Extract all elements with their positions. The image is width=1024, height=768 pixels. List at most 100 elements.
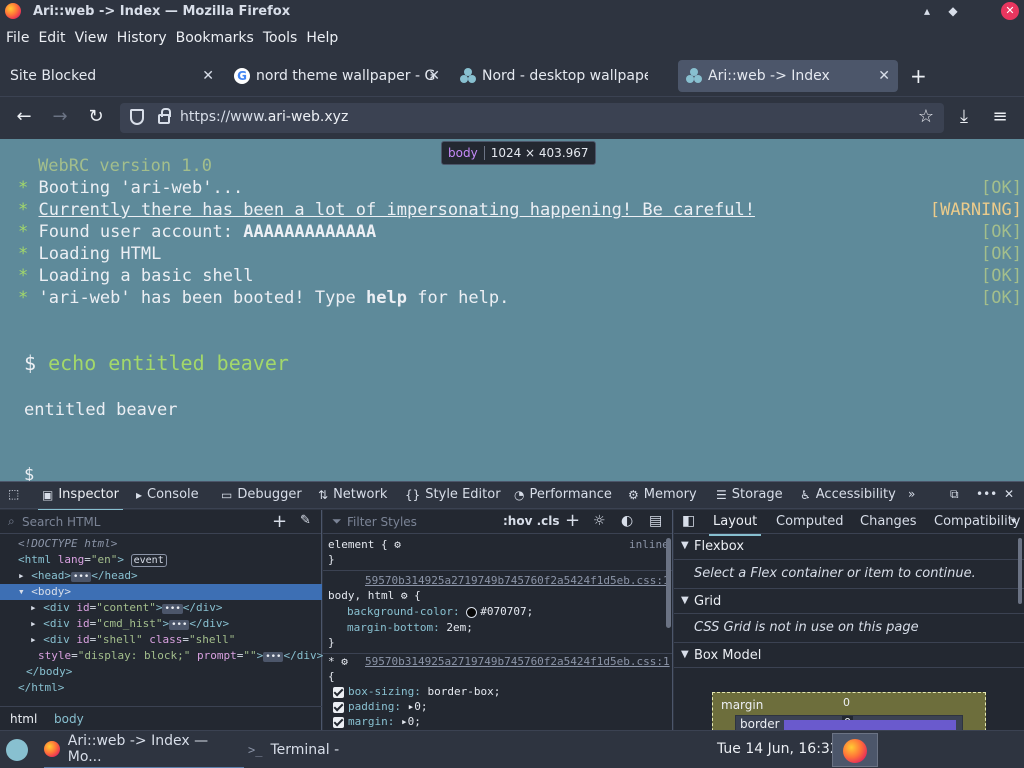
box-model-padding[interactable] <box>784 720 956 730</box>
app-launcher-icon[interactable] <box>6 739 28 761</box>
filter-styles[interactable]: ⏷ Filter Styles :hov .cls + ☼ ◐ ▤ <box>323 510 672 534</box>
tree-row-doctype[interactable]: <!DOCTYPE html> <box>0 536 322 552</box>
rule-body-html[interactable]: body, html ⚙ { <box>328 588 421 603</box>
tree-row-div-content[interactable]: ▸ <div id="content"> ••• </div> <box>0 600 322 616</box>
forward-arrow-icon[interactable]: → <box>49 106 71 128</box>
tree-row-html-close[interactable]: </html> <box>0 680 322 696</box>
decl-margin[interactable]: margin: ▸0; <box>333 714 421 729</box>
shell-prompt[interactable]: $ <box>24 465 34 481</box>
tab-close-icon[interactable]: ✕ <box>202 68 214 84</box>
tab-memory[interactable]: ⚙ Memory <box>628 487 697 502</box>
tab-layout[interactable]: Layout <box>708 514 762 536</box>
layout-scrollbar[interactable] <box>1018 538 1022 604</box>
tab-nord-wallpaper-google[interactable]: G nord theme wallpaper - G ✕ <box>226 60 448 92</box>
menu-bookmarks[interactable]: Bookmarks <box>176 30 254 46</box>
rule-element[interactable]: element { ⚙ <box>328 537 401 552</box>
tab-computed[interactable]: Computed <box>776 514 844 529</box>
box-model-margin[interactable]: margin 0 border 0 <box>712 692 986 730</box>
tab-site-blocked[interactable]: Site Blocked ✕ <box>0 60 222 92</box>
light-theme-sun-icon[interactable]: ☼ <box>593 513 606 529</box>
warning-link[interactable]: Currently there has been a lot of impers… <box>39 200 755 220</box>
hov-cls-toggle[interactable]: :hov .cls <box>503 514 560 528</box>
tab-close-icon[interactable]: ✕ <box>878 68 890 84</box>
rule-source-link[interactable]: 59570b314925a2719749b745760f2a5424f1d5eb… <box>365 573 670 588</box>
tree-row-body[interactable]: ▾ <body> <box>0 584 322 600</box>
menu-file[interactable]: File <box>6 30 29 46</box>
dark-theme-icon[interactable]: ◐ <box>621 513 633 529</box>
grid-section[interactable]: ▼ Grid <box>674 588 1024 614</box>
tree-row-html[interactable]: <html lang="en"> event <box>0 552 322 568</box>
url-bar[interactable]: https://www.ari-web.xyz ☆ <box>120 103 944 133</box>
lock-icon[interactable] <box>158 108 171 124</box>
tab-network[interactable]: ⇅ Network <box>318 487 387 502</box>
tab-inspector[interactable]: ▣ Inspector <box>38 487 123 511</box>
chevron-down-icon[interactable]: ▾ <box>1011 516 1016 527</box>
hamburger-menu-icon[interactable]: ≡ <box>989 106 1011 128</box>
menu-edit[interactable]: Edit <box>38 30 65 46</box>
checkbox[interactable] <box>333 716 344 728</box>
tree-row-body-close[interactable]: </body> <box>0 664 322 680</box>
tab-nord-desktop-wallpaper[interactable]: Nord - desktop wallpaper <box>452 60 674 92</box>
decl-margin-bottom[interactable]: margin-bottom: 2em; <box>347 620 473 635</box>
flexbox-section[interactable]: ▼ Flexbox <box>674 534 1024 560</box>
shield-icon[interactable] <box>130 109 144 125</box>
tab-compatibility[interactable]: Compatibility <box>934 514 1021 529</box>
breadcrumb-html[interactable]: html <box>10 712 37 726</box>
menu-history[interactable]: History <box>117 30 167 46</box>
decl-box-sizing[interactable]: box-sizing: border-box; <box>333 684 500 699</box>
taskbar-terminal[interactable]: >_ Terminal - <box>248 731 408 768</box>
menu-help[interactable]: Help <box>306 30 338 46</box>
close-window-icon[interactable]: ✕ <box>1001 2 1019 20</box>
minimize-icon[interactable]: ▴ <box>918 2 936 20</box>
more-options-icon[interactable]: ••• <box>976 487 1002 501</box>
checkbox[interactable] <box>333 686 344 698</box>
close-devtools-icon[interactable]: ✕ <box>1004 487 1019 501</box>
event-badge[interactable]: event <box>130 554 167 567</box>
clock[interactable]: Tue 14 Jun, 16:32 <box>717 741 839 757</box>
html-search[interactable]: ⌕ Search HTML + ✎ <box>0 510 321 534</box>
rule-universal[interactable]: * ⚙ <box>328 654 348 669</box>
download-icon[interactable]: ⤓ <box>953 106 975 128</box>
more-tabs-chevron-icon[interactable]: » <box>908 487 920 501</box>
tray-firefox[interactable] <box>832 733 878 767</box>
print-media-icon[interactable]: ▤ <box>649 513 662 529</box>
add-rule-plus-icon[interactable]: + <box>565 510 580 531</box>
taskbar-firefox[interactable]: Ari::web -> Index — Mo... <box>44 731 244 768</box>
tab-close-icon[interactable]: ✕ <box>428 68 440 84</box>
new-tab-plus-icon[interactable]: + <box>910 64 927 88</box>
url-text[interactable]: https://www.ari-web.xyz <box>180 109 348 125</box>
toggle-sidebar-icon[interactable]: ◧ <box>682 513 695 529</box>
tree-row-div-shell[interactable]: ▸ <div id="shell" class="shell" <box>0 632 322 648</box>
tab-storage[interactable]: ☰ Storage <box>716 487 783 502</box>
tree-row-div-shell-attrs[interactable]: style="display: block;" prompt=""> ••• </d… <box>0 648 323 664</box>
tab-performance[interactable]: ◔ Performance <box>514 487 612 502</box>
dock-icon[interactable]: ⧉ <box>950 487 964 502</box>
tab-console[interactable]: ▸ Console <box>136 487 199 502</box>
tab-changes[interactable]: Changes <box>860 514 917 529</box>
menu-view[interactable]: View <box>75 30 108 46</box>
menu-tools[interactable]: Tools <box>263 30 298 46</box>
checkbox[interactable] <box>333 701 344 713</box>
element-picker-icon[interactable]: ⬚ <box>8 487 24 501</box>
box-model-section[interactable]: ▼ Box Model <box>674 642 1024 668</box>
add-node-plus-icon[interactable]: + <box>272 511 287 532</box>
box-model-border[interactable]: border 0 <box>735 715 963 730</box>
reload-icon[interactable]: ↻ <box>85 106 107 128</box>
tab-debugger[interactable]: ▭ Debugger <box>221 487 302 502</box>
eyedropper-icon[interactable]: ✎ <box>300 513 311 528</box>
rules-scrollbar[interactable] <box>666 538 671 628</box>
maximize-icon[interactable]: ◆ <box>944 2 962 20</box>
back-arrow-icon[interactable]: ← <box>13 106 35 128</box>
tree-row-div-cmd-hist[interactable]: ▸ <div id="cmd_hist"> ••• </div> <box>0 616 322 632</box>
decl-background-color[interactable]: background-color: #070707; <box>347 604 533 619</box>
tab-accessibility[interactable]: ♿ Accessibility <box>800 487 896 502</box>
warning-line[interactable]: * Currently there has been a lot of impe… <box>18 200 755 220</box>
filter-styles-input[interactable]: Filter Styles <box>347 515 417 529</box>
bookmark-star-icon[interactable]: ☆ <box>918 106 934 127</box>
rule-source-link[interactable]: 59570b314925a2719749b745760f2a5424f1d5eb… <box>365 654 670 669</box>
search-html-input[interactable]: Search HTML <box>22 515 100 529</box>
decl-padding[interactable]: padding: ▸0; <box>333 699 427 714</box>
breadcrumb-body[interactable]: body <box>54 712 84 726</box>
tree-row-head[interactable]: ▸ <head> ••• </head> <box>0 568 322 584</box>
color-swatch[interactable] <box>466 606 478 618</box>
